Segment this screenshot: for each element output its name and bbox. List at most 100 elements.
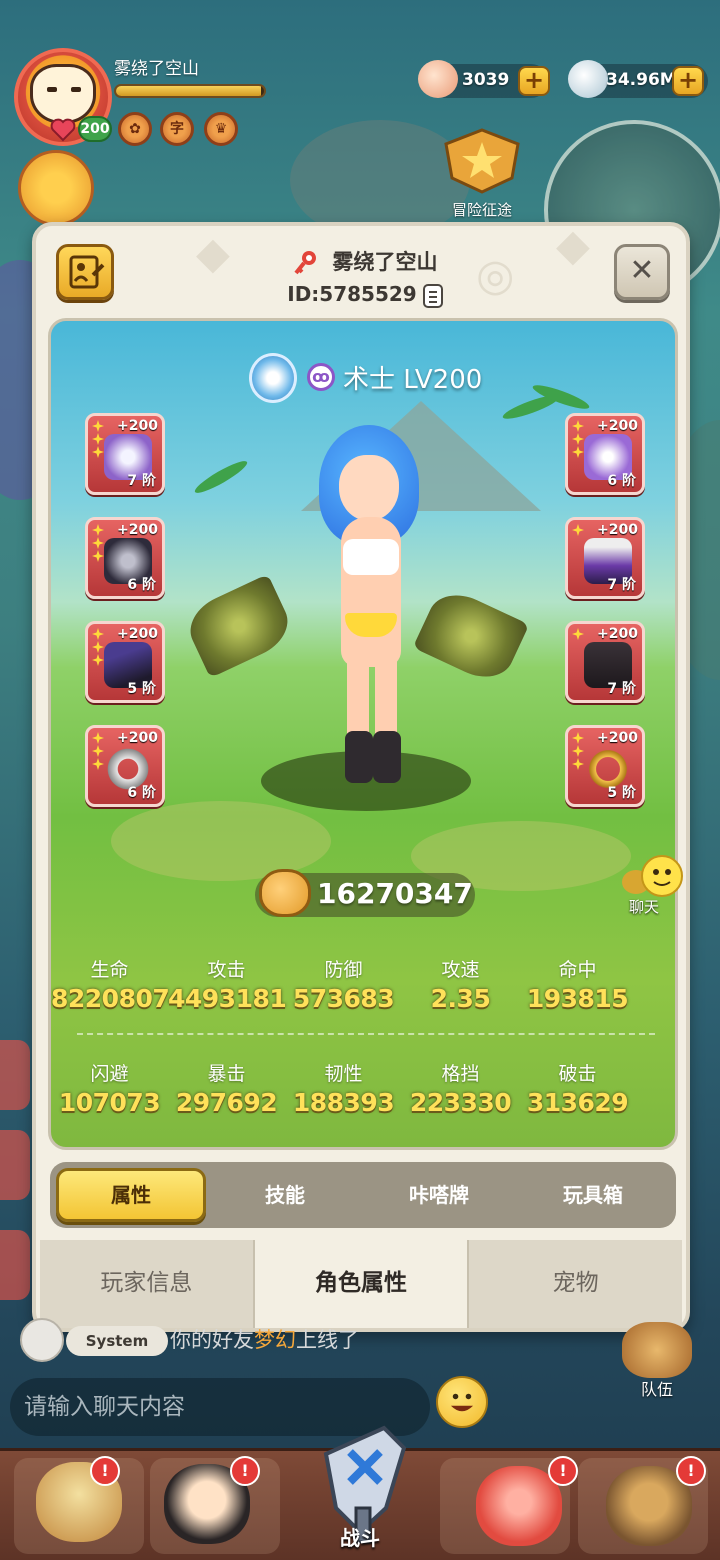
equipment-tier: 7 阶: [607, 681, 636, 697]
battle-label[interactable]: 战斗: [288, 1522, 432, 1551]
chat-bubble-icon[interactable]: [616, 852, 686, 902]
shell-currency-icon: [418, 60, 458, 98]
stat-value: 107073: [58, 1088, 161, 1117]
exp-bar: [114, 84, 266, 98]
stat-block: 格挡 223330: [402, 1059, 519, 1117]
stat-crit: 暴击 297692: [168, 1059, 285, 1117]
tab-pets[interactable]: 宠物: [469, 1240, 683, 1328]
character-top: [343, 539, 399, 575]
team-icon[interactable]: [622, 1322, 692, 1378]
equipment-tier: 7 阶: [607, 577, 636, 593]
chat-side-label[interactable]: 聊天: [620, 896, 668, 917]
stat-label: 攻击: [207, 959, 246, 981]
equipment-tier: 5 阶: [607, 785, 636, 801]
star-rating-icon: [572, 524, 586, 537]
system-message-prefix: 你的好友: [170, 1328, 254, 1352]
avatar-eye: [47, 87, 57, 92]
equipment-tier: 6 阶: [127, 577, 156, 593]
stat-label: 防御: [324, 959, 363, 981]
stat-dodge: 闪避 107073: [51, 1059, 168, 1117]
warlock-class-icon: ꝏ: [307, 363, 335, 391]
enhance-level: +200: [117, 730, 158, 746]
character-info-panel: ◆ ◎ ◆ 雾绕了空山 ID:5785529 ✕ ꝏ 术士 LV200 +200…: [32, 220, 690, 1332]
tab-player-info[interactable]: 玩家信息: [40, 1240, 255, 1328]
notification-bell-icon: !: [548, 1456, 578, 1486]
system-message-suffix: 上线了: [296, 1328, 359, 1352]
panel-main-tabs: 玩家信息 角色属性 宠物: [40, 1240, 683, 1328]
enhance-level: +200: [597, 418, 638, 434]
equipment-slot-weapon[interactable]: +200 7 阶: [85, 413, 165, 495]
stat-label: 破击: [558, 1063, 597, 1085]
side-menu-tab[interactable]: [0, 1230, 30, 1300]
system-message: 你的好友梦幻上线了: [170, 1324, 359, 1354]
exp-bar-fill: [116, 86, 262, 96]
player-name: 雾绕了空山: [114, 59, 199, 79]
buff-icon-shield[interactable]: ♛: [204, 112, 238, 146]
player-id: ID:5785529: [287, 282, 417, 306]
class-emblem-icon: [249, 353, 297, 403]
stat-value: 313629: [526, 1088, 629, 1117]
add-pearl-button[interactable]: +: [672, 66, 704, 96]
notification-bell-icon: !: [676, 1456, 706, 1486]
enhance-level: +200: [597, 730, 638, 746]
notification-bell-icon: !: [90, 1456, 120, 1486]
equipment-slot-ring[interactable]: +200 6 阶: [85, 725, 165, 807]
attribute-subtabs: 属性 技能 咔嗒牌 玩具箱: [50, 1162, 676, 1228]
side-menu-tab[interactable]: [0, 1040, 30, 1110]
adventure-label[interactable]: 冒险征途: [436, 199, 528, 220]
friend-name: 梦幻: [254, 1328, 296, 1352]
equipment-tier: 7 阶: [127, 473, 156, 489]
equipment-slot-offhand[interactable]: +200 6 阶: [565, 413, 645, 495]
subtab-toybox[interactable]: 玩具箱: [518, 1168, 668, 1222]
stat-value: 297692: [175, 1088, 278, 1117]
top-hud: 雾绕了空山 200 ✿ 字 ♛ 3039 + 34.96M + 冒险征途: [0, 0, 720, 300]
tab-character-attributes[interactable]: 角色属性: [254, 1240, 470, 1328]
player-avatar[interactable]: [30, 64, 96, 124]
subtab-cards[interactable]: 咔嗒牌: [364, 1168, 514, 1222]
stats-row: 闪避 107073 暴击 297692 韧性 188393 格挡 223330 破击 31…: [51, 1059, 675, 1117]
star-rating-icon: [572, 628, 586, 641]
buff-icon-character[interactable]: 字: [160, 112, 194, 146]
stat-value: 188393: [292, 1088, 395, 1117]
stat-label: 韧性: [324, 1063, 363, 1085]
player-level-badge: 200: [78, 116, 112, 142]
equipment-slot-hat[interactable]: +200 5 阶: [85, 621, 165, 703]
strength-arm-icon: [259, 869, 311, 917]
stat-defense: 防御 573683: [285, 955, 402, 1013]
combat-power-value: 16270347: [317, 877, 473, 910]
stat-value: 2.35: [430, 984, 491, 1013]
subtab-attributes[interactable]: 属性: [56, 1168, 206, 1222]
stats-row: 生命 8220807 攻击 4493181 防御 573683 攻速 2.35 命中 19…: [51, 955, 675, 1013]
equipment-slot-helmet[interactable]: +200 6 阶: [85, 517, 165, 599]
stat-label: 攻速: [441, 959, 480, 981]
stat-label: 暴击: [207, 1063, 246, 1085]
emoji-button[interactable]: [436, 1376, 488, 1428]
side-menu-tab[interactable]: [0, 1130, 30, 1200]
shell-currency-value: 3039: [462, 70, 510, 90]
adventure-badge-icon[interactable]: [436, 126, 528, 196]
subtab-skills[interactable]: 技能: [210, 1168, 360, 1222]
ground-patch: [111, 801, 331, 881]
enhance-level: +200: [597, 522, 638, 538]
equipment-slot-armor[interactable]: +200 7 阶: [565, 517, 645, 599]
system-tag: System: [66, 1326, 168, 1356]
player-id-row: ID:5785529: [36, 282, 694, 308]
key-icon: [293, 251, 316, 275]
add-shell-button[interactable]: +: [518, 66, 550, 96]
close-button[interactable]: ✕: [614, 244, 670, 300]
class-level-label: 术士 LV200: [343, 365, 483, 395]
copy-id-icon[interactable]: [422, 283, 443, 308]
panel-player-name: 雾绕了空山: [332, 250, 438, 274]
stat-label: 生命: [90, 959, 129, 981]
equipment-slot-boots[interactable]: +200 7 阶: [565, 621, 645, 703]
buff-icon-crab[interactable]: ✿: [118, 112, 152, 146]
stat-accuracy: 命中 193815: [519, 955, 636, 1013]
stat-penetration: 破击 313629: [519, 1059, 636, 1117]
stat-value: 573683: [292, 984, 395, 1013]
panel-player-name-row: 雾绕了空山: [36, 246, 694, 277]
character-face: [339, 455, 399, 521]
team-label[interactable]: 队伍: [622, 1376, 692, 1400]
equipment-slot-necklace[interactable]: +200 5 阶: [565, 725, 645, 807]
pet-avatar[interactable]: [18, 150, 94, 226]
stat-value: 223330: [409, 1088, 512, 1117]
